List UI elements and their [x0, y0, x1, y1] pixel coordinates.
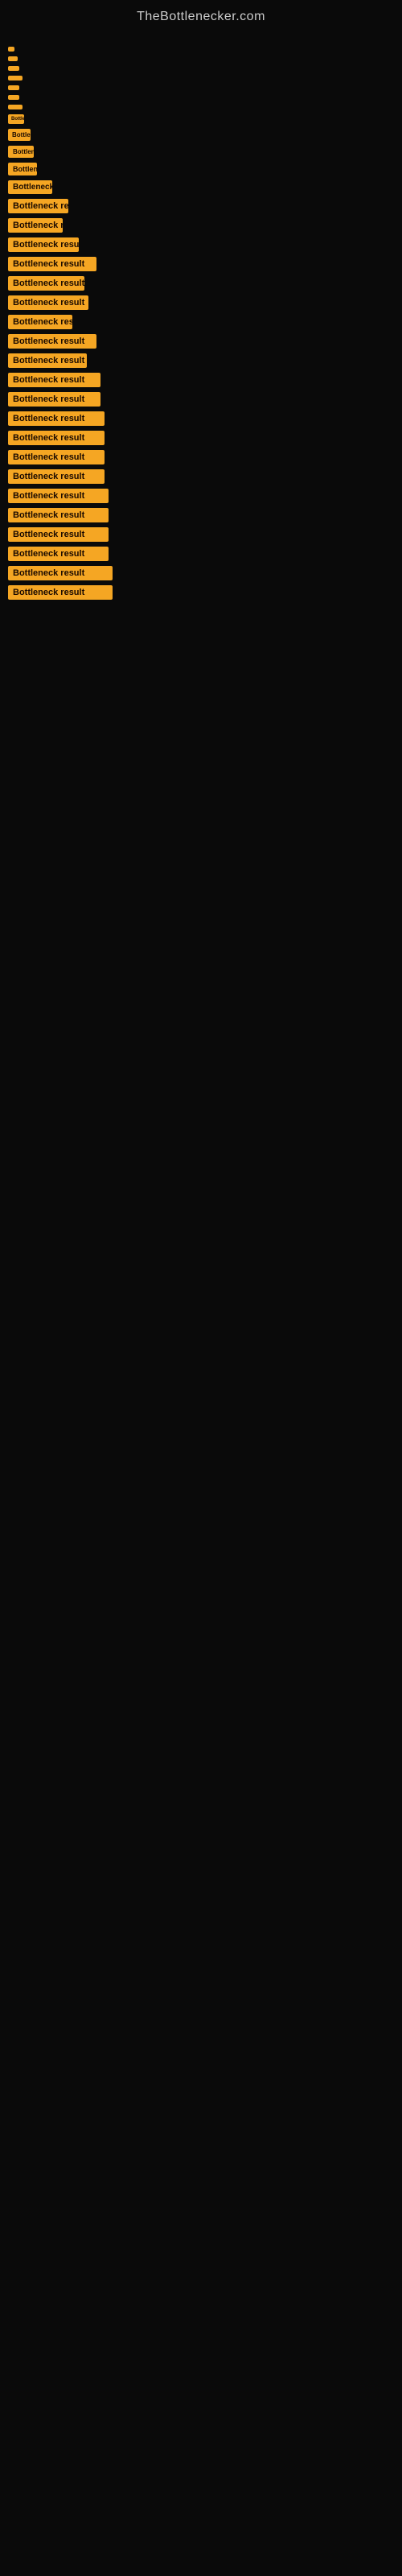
result-badge[interactable]: Bottleneck result: [8, 585, 113, 600]
result-badge[interactable]: Bottleneck result: [8, 47, 14, 52]
result-badge[interactable]: Bottleneck result: [8, 508, 109, 522]
list-item: Bottleneck result: [8, 129, 394, 141]
result-badge[interactable]: Bottleneck result: [8, 129, 31, 141]
list-item: Bottleneck result: [8, 95, 394, 100]
result-badge[interactable]: Bottleneck result: [8, 411, 105, 426]
results-container: Bottleneck result Bottleneck result Bottle…: [0, 31, 402, 621]
list-item: Bottleneck result: [8, 411, 394, 426]
result-badge[interactable]: Bottleneck result: [8, 431, 105, 445]
result-badge[interactable]: Bottleneck result: [8, 257, 96, 271]
list-item: Bottleneck result: [8, 315, 394, 329]
list-item: Bottleneck result: [8, 373, 394, 387]
list-item: Bottleneck result: [8, 237, 394, 252]
result-badge[interactable]: Bottleneck result: [8, 180, 52, 194]
result-badge[interactable]: Bottleneck result: [8, 114, 24, 124]
list-item: Bottleneck result: [8, 334, 394, 349]
result-badge[interactable]: Bottleneck result: [8, 353, 87, 368]
list-item: Bottleneck result: [8, 295, 394, 310]
result-badge[interactable]: Bottleneck result: [8, 76, 23, 80]
result-badge[interactable]: Bottleneck result: [8, 295, 88, 310]
list-item: Bottleneck result: [8, 527, 394, 542]
list-item: Bottleneck result: [8, 56, 394, 61]
result-badge[interactable]: Bottleneck result: [8, 199, 68, 213]
list-item: Bottleneck result: [8, 76, 394, 80]
list-item: Bottleneck result: [8, 508, 394, 522]
list-item: Bottleneck result: [8, 180, 394, 194]
result-badge[interactable]: Bottleneck result: [8, 315, 72, 329]
result-badge[interactable]: Bottleneck result: [8, 237, 79, 252]
result-badge[interactable]: Bottleneck result: [8, 450, 105, 464]
result-badge[interactable]: Bottleneck result: [8, 105, 23, 109]
result-badge[interactable]: Bottleneck result: [8, 218, 63, 233]
list-item: Bottleneck result: [8, 163, 394, 175]
list-item: Bottleneck result: [8, 566, 394, 580]
list-item: Bottleneck result: [8, 353, 394, 368]
list-item: Bottleneck result: [8, 489, 394, 503]
result-badge[interactable]: Bottleneck result: [8, 392, 100, 407]
result-badge[interactable]: Bottleneck result: [8, 95, 19, 100]
result-badge[interactable]: Bottleneck result: [8, 276, 84, 291]
list-item: Bottleneck result: [8, 199, 394, 213]
list-item: Bottleneck result: [8, 450, 394, 464]
result-badge[interactable]: Bottleneck result: [8, 566, 113, 580]
result-badge[interactable]: Bottleneck result: [8, 85, 19, 90]
site-title: TheBottlenecker.com: [0, 0, 402, 31]
result-badge[interactable]: Bottleneck result: [8, 469, 105, 484]
list-item: Bottleneck result: [8, 585, 394, 600]
result-badge[interactable]: Bottleneck result: [8, 373, 100, 387]
result-badge[interactable]: Bottleneck result: [8, 489, 109, 503]
list-item: Bottleneck result: [8, 392, 394, 407]
result-badge[interactable]: Bottleneck result: [8, 146, 34, 158]
site-header: TheBottlenecker.com: [0, 0, 402, 31]
list-item: Bottleneck result: [8, 469, 394, 484]
result-badge[interactable]: Bottleneck result: [8, 56, 18, 61]
result-badge[interactable]: Bottleneck result: [8, 66, 19, 71]
result-badge[interactable]: Bottleneck result: [8, 547, 109, 561]
list-item: Bottleneck result: [8, 114, 394, 124]
list-item: Bottleneck result: [8, 547, 394, 561]
list-item: Bottleneck result: [8, 146, 394, 158]
list-item: Bottleneck result: [8, 431, 394, 445]
result-badge[interactable]: Bottleneck result: [8, 334, 96, 349]
list-item: Bottleneck result: [8, 47, 394, 52]
list-item: Bottleneck result: [8, 257, 394, 271]
list-item: Bottleneck result: [8, 66, 394, 71]
list-item: Bottleneck result: [8, 276, 394, 291]
result-badge[interactable]: Bottleneck result: [8, 527, 109, 542]
list-item: Bottleneck result: [8, 105, 394, 109]
list-item: Bottleneck result: [8, 85, 394, 90]
result-badge[interactable]: Bottleneck result: [8, 163, 37, 175]
list-item: Bottleneck result: [8, 218, 394, 233]
